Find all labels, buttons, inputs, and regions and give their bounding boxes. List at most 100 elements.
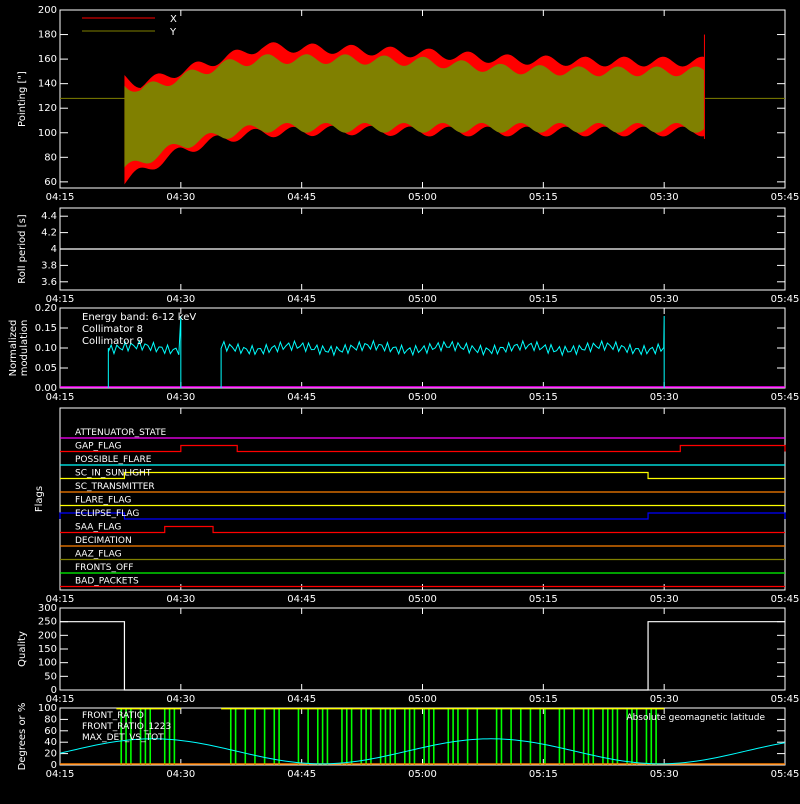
x-tick-label: 05:15 xyxy=(529,594,558,605)
y-tick-label: 80 xyxy=(44,714,57,725)
summary-plot: 04:15 04:30 04:45 05:00 05:15 05:30 05:45 60 80 1… xyxy=(0,0,800,800)
energy-band-annotation: Energy band: 6-12 keV xyxy=(82,312,196,323)
y-tick-label: 0.00 xyxy=(35,383,57,394)
x-tick-label: 05:45 xyxy=(771,392,800,403)
y-tick-label: 3.8 xyxy=(41,260,57,271)
y-tick-label: 60 xyxy=(44,177,57,188)
x-tick-label: 04:30 xyxy=(166,294,195,305)
x-tick-label: 05:15 xyxy=(529,694,558,705)
y-axis-label: Degrees or % xyxy=(17,703,28,771)
x-tick-label: 05:45 xyxy=(771,769,800,780)
x-tick-label: 05:45 xyxy=(771,694,800,705)
flag-line-eclipse-flag xyxy=(59,512,786,520)
y-tick-label: 250 xyxy=(38,617,57,628)
y-tick-label: 4.2 xyxy=(41,228,57,239)
y-tick-label: 0.15 xyxy=(35,323,57,334)
y-tick-label: 0 xyxy=(51,760,57,771)
flag-label-eclipse-flag: ECLIPSE_FLAG xyxy=(75,509,139,519)
y-tick-label: 4 xyxy=(51,244,57,255)
x-tick-label: 04:30 xyxy=(166,392,195,403)
x-tick-label: 05:15 xyxy=(529,769,558,780)
latitude-annotation: Absolute geomagnetic latitude xyxy=(626,713,765,723)
legend-label-y: Y xyxy=(169,27,177,38)
x-tick-label: 05:00 xyxy=(408,769,437,780)
chart-svg: 04:15 04:30 04:45 05:00 05:15 05:30 05:4560801… xyxy=(8,5,800,780)
flag-label-aaz-flag: AAZ_FLAG xyxy=(75,550,122,560)
x-tick-label: 04:45 xyxy=(287,594,316,605)
y-tick-label: 140 xyxy=(38,79,57,90)
y-tick-label: 0 xyxy=(51,685,57,696)
legend-label-max-det-vs-tot: MAX_DET_VS_TOT xyxy=(82,733,164,743)
x-tick-label: 04:45 xyxy=(287,392,316,403)
y-tick-label: 80 xyxy=(44,152,57,163)
y-tick-label: 120 xyxy=(38,103,57,114)
flag-line-gap-flag xyxy=(60,444,786,453)
y-tick-label: 0.05 xyxy=(35,363,57,374)
x-tick-label: 04:30 xyxy=(166,769,195,780)
flag-label-gap-flag: GAP_FLAG xyxy=(75,442,121,452)
x-tick-label: 05:00 xyxy=(408,294,437,305)
x-tick-label: 05:30 xyxy=(650,294,679,305)
y-axis-label: Flags xyxy=(34,486,45,512)
y-axis-label-line2: modulation xyxy=(19,320,30,377)
y-tick-label: 0.20 xyxy=(35,303,57,314)
y-tick-label: 180 xyxy=(38,30,57,41)
y-tick-label: 0.10 xyxy=(35,343,57,354)
y-tick-label: 100 xyxy=(38,703,57,714)
y-tick-label: 300 xyxy=(38,603,57,614)
y-tick-label: 200 xyxy=(38,630,57,641)
flag-line-sc-in-sunlight xyxy=(60,471,785,480)
x-tick-label: 04:45 xyxy=(287,294,316,305)
flag-label-bad-packets: BAD_PACKETS xyxy=(75,577,139,587)
y-tick-label: 50 xyxy=(44,671,57,682)
y-tick-label: 4.4 xyxy=(41,211,57,222)
flag-label-possible-flare: POSSIBLE_FLARE xyxy=(75,455,152,465)
flag-label-sc-transmitter: SC_TRANSMITTER xyxy=(75,482,155,492)
x-tick-label: 05:45 xyxy=(771,594,800,605)
x-tick-label: 04:45 xyxy=(287,694,316,705)
x-tick-label: 04:45 xyxy=(287,769,316,780)
x-tick-label: 05:45 xyxy=(771,192,800,203)
x-tick-label: 05:00 xyxy=(408,192,437,203)
x-tick-label: 05:00 xyxy=(408,594,437,605)
flag-label-saa-flag: SAA_FLAG xyxy=(75,523,121,533)
legend-label-collimator-9: Collimator 9 xyxy=(82,336,143,347)
y-axis-label: Roll period [s] xyxy=(17,214,28,283)
panel-frame xyxy=(59,607,786,691)
flag-label-attenuator-state: ATTENUATOR_STATE xyxy=(75,428,167,438)
x-tick-label: 05:00 xyxy=(408,694,437,705)
flag-label-flare-flag: FLARE_FLAG xyxy=(75,496,131,506)
x-tick-label: 05:15 xyxy=(529,192,558,203)
x-tick-label: 05:30 xyxy=(650,192,679,203)
x-tick-label: 04:30 xyxy=(166,192,195,203)
y-tick-label: 160 xyxy=(38,54,57,65)
x-tick-label: 05:30 xyxy=(650,694,679,705)
x-tick-label: 05:00 xyxy=(408,392,437,403)
y-axis-label: Quality xyxy=(17,631,28,667)
legend-label-front-ratio-1223: FRONT_RATIO_1223 xyxy=(82,722,171,732)
y-tick-label: 200 xyxy=(38,5,57,16)
y-tick-label: 20 xyxy=(44,749,57,760)
x-tick-label: 04:30 xyxy=(166,594,195,605)
legend-label-front-ratio: FRONT_RATIO xyxy=(82,711,144,721)
x-tick-label: 05:30 xyxy=(650,594,679,605)
y-axis-label: Pointing ["] xyxy=(17,71,28,127)
flag-label-sc-in-sunlight: SC_IN_SUNLIGHT xyxy=(75,469,152,479)
collimator-8-segment xyxy=(220,315,665,388)
y-tick-label: 40 xyxy=(44,737,57,748)
panel-frame xyxy=(59,407,786,591)
legend-label-collimator-8: Collimator 8 xyxy=(82,324,143,335)
y-tick-label: 150 xyxy=(38,644,57,655)
flag-label-fronts-off: FRONTS_OFF xyxy=(75,563,133,573)
x-tick-label: 05:30 xyxy=(650,392,679,403)
y-tick-label: 100 xyxy=(38,658,57,669)
x-tick-label: 05:45 xyxy=(771,294,800,305)
y-tick-label: 60 xyxy=(44,726,57,737)
y-tick-label: 3.6 xyxy=(41,277,57,288)
flag-label-decimation: DECIMATION xyxy=(75,536,132,546)
flag-line-saa-flag xyxy=(60,525,785,534)
x-tick-label: 05:15 xyxy=(529,392,558,403)
x-tick-label: 04:30 xyxy=(166,694,195,705)
x-tick-label: 05:15 xyxy=(529,294,558,305)
x-tick-label: 04:15 xyxy=(46,192,75,203)
